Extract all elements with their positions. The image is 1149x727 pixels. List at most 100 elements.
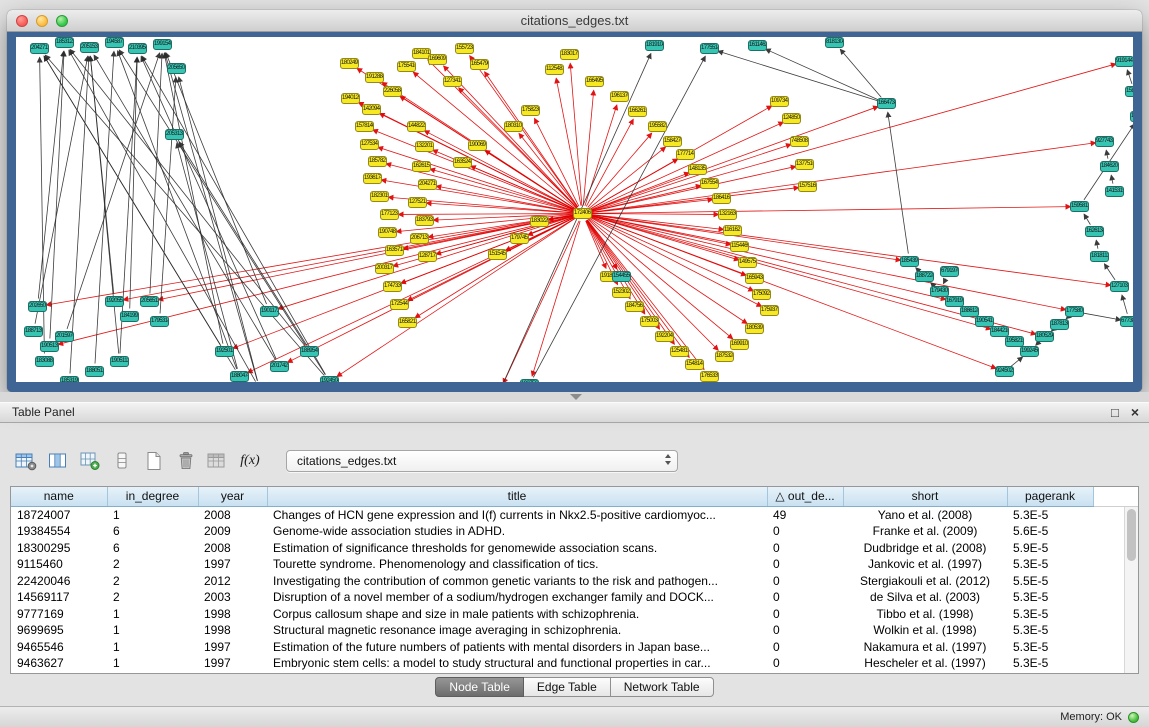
graph-node[interactable]: 1664734 bbox=[877, 98, 896, 109]
graph-node[interactable]: 1725441 bbox=[390, 299, 409, 310]
graph-node[interactable]: 1515457 bbox=[488, 249, 507, 260]
graph-node[interactable]: 1626134 bbox=[1085, 226, 1104, 237]
graph-node[interactable]: 1775514 bbox=[700, 43, 719, 54]
graph-node[interactable]: 1548147 bbox=[685, 359, 704, 370]
cell-short[interactable]: Franke et al. (2009) bbox=[843, 523, 1007, 540]
cell-year[interactable]: 1998 bbox=[198, 622, 267, 639]
graph-node[interactable]: 1750034 bbox=[640, 316, 659, 327]
graph-node[interactable]: 6791970 bbox=[940, 266, 959, 277]
graph-node[interactable]: 1775801 bbox=[1065, 306, 1084, 317]
cell-in_degree[interactable]: 2 bbox=[107, 556, 198, 573]
cell-out_degree[interactable]: 49 bbox=[767, 506, 843, 523]
network-canvas[interactable]: 1724067180249319128842260584175541618410… bbox=[16, 37, 1133, 382]
table-row[interactable]: 1830029562008Estimation of significance … bbox=[11, 540, 1138, 557]
cell-title[interactable]: Investigating the contribution of common… bbox=[267, 573, 767, 590]
cell-short[interactable]: Jankovic et al. (1997) bbox=[843, 556, 1007, 573]
graph-node[interactable]: 9277432 bbox=[1095, 136, 1114, 147]
cell-pagerank[interactable]: 5.3E-5 bbox=[1007, 606, 1093, 623]
graph-node[interactable]: 1853122 bbox=[55, 37, 74, 48]
table-row[interactable]: 977716911998Corpus callosum shape and si… bbox=[11, 606, 1138, 623]
graph-node[interactable]: 1248503 bbox=[782, 113, 801, 124]
graph-node[interactable]: 1575165 bbox=[798, 181, 817, 192]
cell-out_degree[interactable]: 0 bbox=[767, 639, 843, 656]
close-panel-icon[interactable]: × bbox=[1131, 406, 1139, 419]
table-row[interactable]: 1872400712008Changes of HCN gene express… bbox=[11, 506, 1138, 523]
graph-hub-node[interactable]: 1724067 bbox=[573, 208, 592, 219]
graph-node[interactable]: 1837932 bbox=[415, 215, 434, 226]
graph-node[interactable]: 9191441 bbox=[1115, 56, 1133, 67]
graph-node[interactable]: 1880512 bbox=[85, 366, 104, 377]
graph-node[interactable]: 1912884 bbox=[365, 72, 384, 83]
graph-node[interactable]: 1635242 bbox=[453, 157, 472, 168]
graph-node[interactable]: 1654790 bbox=[470, 59, 489, 70]
column-header-in-degree[interactable]: in_degree bbox=[107, 487, 198, 506]
graph-node[interactable]: 1795102 bbox=[1130, 111, 1133, 122]
graph-node[interactable]: 1154469 bbox=[730, 241, 749, 252]
tab-edge-table[interactable]: Edge Table bbox=[524, 677, 611, 697]
cell-year[interactable]: 1997 bbox=[198, 639, 267, 656]
cell-title[interactable]: Changes of HCN gene expression and I(f) … bbox=[267, 506, 767, 523]
graph-node[interactable]: 2017427 bbox=[270, 361, 289, 372]
graph-node[interactable]: 1415319 bbox=[1105, 186, 1124, 197]
graph-node[interactable]: 2053133 bbox=[165, 129, 184, 140]
graph-node[interactable]: 1922045 bbox=[655, 331, 674, 342]
graph-node[interactable]: 1864161 bbox=[712, 193, 731, 204]
graph-node[interactable]: 1125481 bbox=[545, 64, 564, 75]
graph-node[interactable]: 2051533 bbox=[80, 42, 99, 53]
cell-year[interactable]: 1997 bbox=[198, 655, 267, 672]
graph-node[interactable]: 1271033 bbox=[1110, 281, 1129, 292]
column-header-short[interactable]: short bbox=[843, 487, 1007, 506]
graph-node[interactable]: 2015976 bbox=[55, 331, 74, 342]
graph-node[interactable]: 2003171 bbox=[375, 263, 394, 274]
graph-node[interactable]: 1905113 bbox=[110, 356, 129, 367]
graph-node[interactable]: 7485083 bbox=[790, 136, 809, 147]
graph-node[interactable]: 1907483 bbox=[378, 227, 397, 238]
graph-node[interactable]: 1830175 bbox=[560, 49, 579, 60]
cell-in_degree[interactable]: 1 bbox=[107, 506, 198, 523]
column-header-title[interactable]: title bbox=[267, 487, 767, 506]
cell-pagerank[interactable]: 5.3E-5 bbox=[1007, 556, 1093, 573]
graph-node[interactable]: 1287173 bbox=[418, 251, 437, 262]
graph-node[interactable]: 1322017 bbox=[415, 141, 434, 152]
graph-node[interactable]: 1611462 bbox=[748, 40, 767, 51]
graph-node[interactable]: 1900697 bbox=[468, 140, 487, 151]
table-row[interactable]: 2242004622012Investigating the contribut… bbox=[11, 573, 1138, 590]
cell-year[interactable]: 1997 bbox=[198, 556, 267, 573]
column-header-name[interactable]: name bbox=[11, 487, 107, 506]
graph-node[interactable]: 1275341 bbox=[360, 139, 379, 150]
cell-year[interactable]: 2008 bbox=[198, 506, 267, 523]
graph-node[interactable]: 1161627 bbox=[723, 225, 742, 236]
graph-node[interactable]: 2042711 bbox=[30, 43, 49, 54]
cell-pagerank[interactable]: 5.3E-5 bbox=[1007, 622, 1093, 639]
graph-node[interactable]: 1275212 bbox=[408, 197, 427, 208]
divider-handle-icon[interactable] bbox=[570, 394, 582, 400]
graph-node[interactable]: 1420944 bbox=[362, 104, 381, 115]
cell-name[interactable]: 18724007 bbox=[11, 506, 107, 523]
cell-short[interactable]: de Silva et al. (2003) bbox=[843, 589, 1007, 606]
graph-node[interactable]: 1880474 bbox=[230, 371, 249, 382]
cell-title[interactable]: Estimation of the future numbers of pati… bbox=[267, 639, 767, 656]
cell-name[interactable]: 22420046 bbox=[11, 573, 107, 590]
column-header-out-degree[interactable]: △ out_de... bbox=[767, 487, 843, 506]
cell-year[interactable]: 2012 bbox=[198, 573, 267, 590]
cell-pagerank[interactable]: 5.9E-5 bbox=[1007, 540, 1093, 557]
graph-node[interactable]: 1937564 bbox=[520, 379, 539, 382]
cell-out_degree[interactable]: 0 bbox=[767, 589, 843, 606]
graph-node[interactable]: 1961370 bbox=[610, 91, 629, 102]
graph-node[interactable]: 2056512 bbox=[140, 296, 159, 307]
graph-node[interactable]: 1544556 bbox=[612, 271, 631, 282]
graph-node[interactable]: 1481352 bbox=[688, 164, 707, 175]
graph-node[interactable]: 1254815 bbox=[670, 346, 689, 357]
graph-node[interactable]: 1901172 bbox=[260, 306, 279, 317]
graph-node[interactable]: 2260584 bbox=[383, 86, 402, 97]
graph-node[interactable]: 1875324 bbox=[715, 351, 734, 362]
cell-out_degree[interactable]: 0 bbox=[767, 622, 843, 639]
table-row[interactable]: 969969511998Structural magnetic resonanc… bbox=[11, 622, 1138, 639]
graph-node[interactable]: 1675549 bbox=[700, 178, 719, 189]
cell-year[interactable]: 2003 bbox=[198, 589, 267, 606]
graph-node[interactable]: 1635718 bbox=[385, 245, 404, 256]
cell-in_degree[interactable]: 6 bbox=[107, 523, 198, 540]
cell-name[interactable]: 18300295 bbox=[11, 540, 107, 557]
tab-node-table[interactable]: Node Table bbox=[435, 677, 524, 697]
graph-node[interactable]: 2067137 bbox=[410, 233, 429, 244]
